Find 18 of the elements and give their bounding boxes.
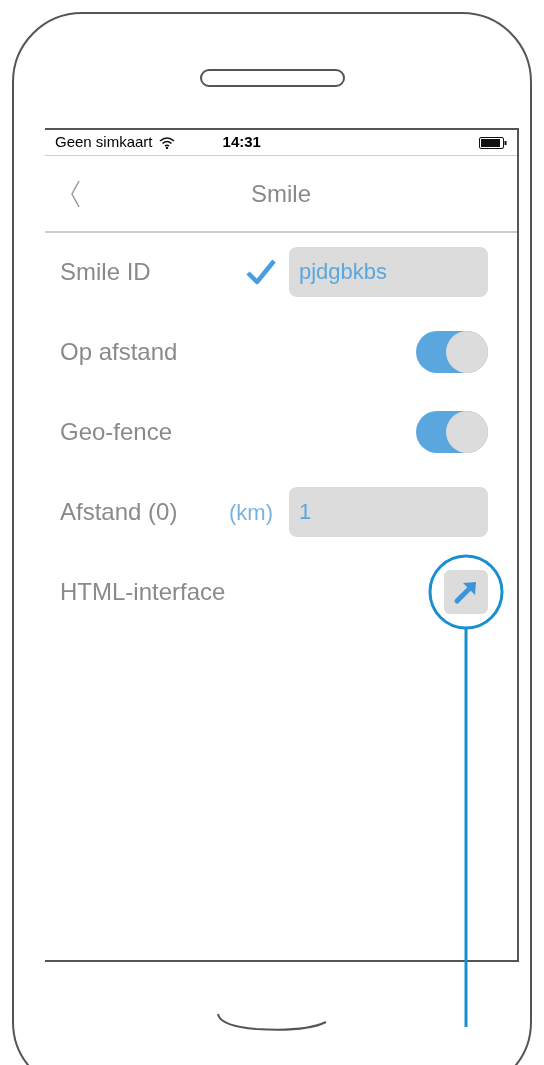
wifi-icon: [158, 136, 175, 149]
setting-label: HTML-interface: [60, 577, 226, 607]
carrier-name: Geen simkaart: [55, 132, 153, 153]
setting-label: Op afstand: [60, 337, 178, 367]
setting-label: Afstand (0): [60, 497, 178, 527]
open-link-button[interactable]: [444, 570, 488, 614]
toggle-switch[interactable]: [416, 411, 488, 453]
toggle-switch[interactable]: [416, 331, 488, 373]
back-chevron-icon: [69, 178, 81, 209]
setting-label: Smile ID: [60, 257, 151, 287]
input-field[interactable]: pjdgbkbs: [289, 247, 488, 297]
battery-icon: [479, 136, 507, 149]
input-field[interactable]: 1: [289, 487, 488, 537]
unit-label: (km): [229, 498, 273, 527]
screen-title: Smile: [250, 178, 312, 209]
home-button[interactable]: [216, 1012, 328, 1032]
clock-time: 14:31: [222, 132, 261, 153]
setting-label: Geo-fence: [60, 417, 173, 447]
